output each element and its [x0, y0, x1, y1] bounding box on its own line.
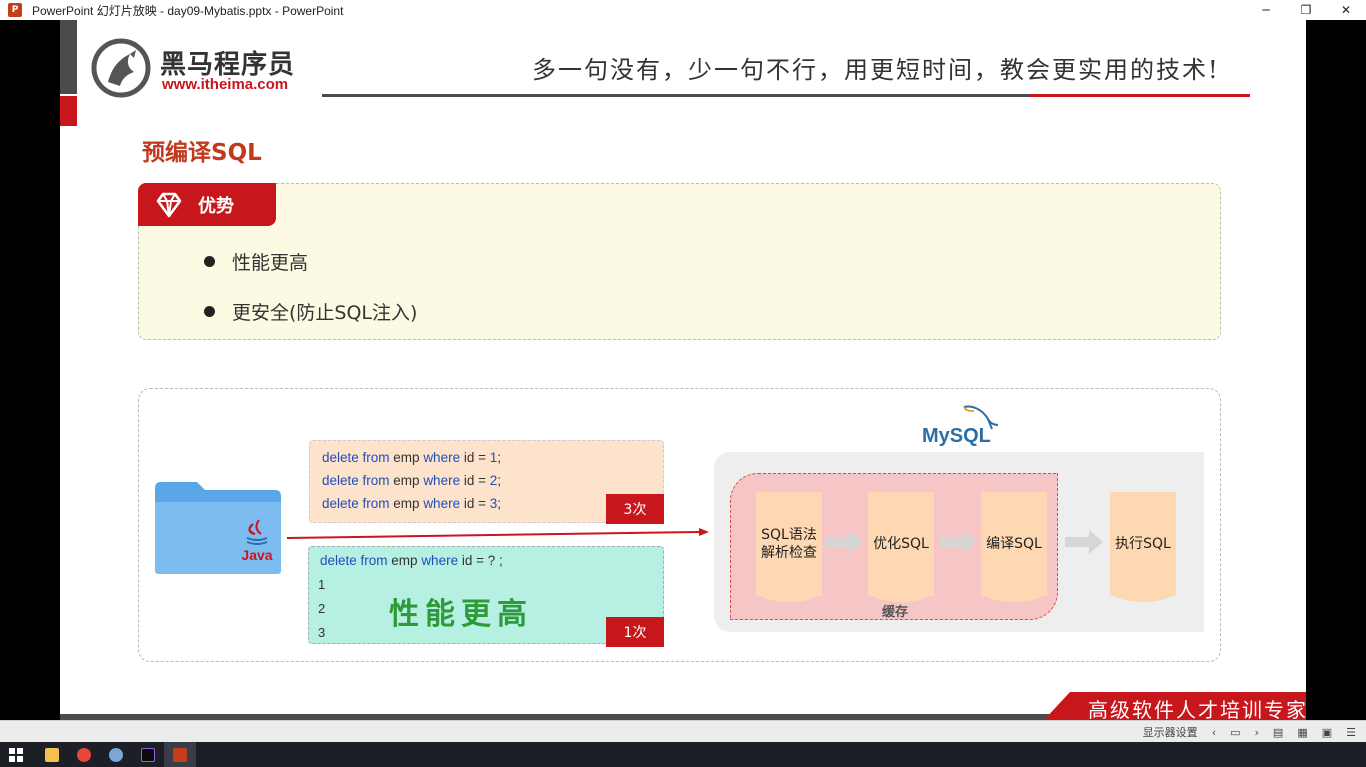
pipeline-step-label: 优化SQL [873, 536, 929, 552]
windows-logo-icon [9, 747, 23, 762]
flow-arrow-line [287, 528, 709, 539]
window-controls: ─ ❐ ✕ [1246, 0, 1366, 20]
brand-logo: 黑马程序员 www.itheima.com [90, 38, 330, 98]
prepared-count-badge: 1次 [606, 617, 664, 647]
display-settings-button[interactable]: 显示器设置 [1143, 724, 1198, 740]
next-slide-icon[interactable]: › [1255, 726, 1259, 739]
maximize-button[interactable]: ❐ [1286, 0, 1326, 20]
taskbar-intellij[interactable] [132, 742, 164, 767]
reading-view-icon[interactable]: ▤ [1273, 726, 1283, 739]
left-accent-red [60, 96, 77, 126]
folder-icon [45, 747, 59, 762]
window-title: PowerPoint 幻灯片放映 - day09-Mybatis.pptx - … [32, 3, 344, 18]
pipeline-step-execute: 执行SQL [1110, 492, 1176, 602]
parameter-index: 3 [318, 625, 326, 640]
pipeline-step-label: 执行SQL [1115, 536, 1171, 552]
mysql-logo: MySQL [920, 403, 1000, 449]
slogan: 多一句没有，少一句不行，用更短时间，教会更实用的技术! [532, 56, 1220, 84]
folder-icon: Java [155, 482, 281, 574]
slide[interactable]: 黑马程序员 www.itheima.com 多一句没有，少一句不行，用更短时间，… [60, 20, 1306, 720]
pipeline-step-label-line: SQL语法 [761, 527, 817, 543]
slide-sorter-icon[interactable]: ▦ [1297, 726, 1307, 739]
pipeline-step-parse: SQL语法解析检查 [756, 492, 822, 602]
right-arrow-icon [1065, 530, 1103, 554]
taskbar-powerpoint[interactable] [164, 742, 196, 767]
chrome-icon [77, 747, 91, 762]
window-titlebar: P PowerPoint 幻灯片放映 - day09-Mybatis.pptx … [0, 0, 1366, 20]
statement-line: delete from emp where id = 3; [322, 496, 502, 511]
right-arrow-icon [825, 530, 863, 554]
java-label: Java [241, 547, 272, 563]
advantages-tab-label: 优势 [198, 195, 234, 217]
left-accent-gray [60, 20, 77, 94]
app-icon [109, 747, 123, 762]
start-button[interactable] [0, 742, 32, 767]
advantage-item: 更安全(防止SQL注入) [204, 298, 417, 325]
taskbar-chrome[interactable] [68, 742, 100, 767]
slogan-underline-accent [1030, 94, 1250, 97]
gem-icon [156, 192, 182, 217]
advantage-item-text: 性能更高 [232, 252, 309, 274]
mysql-label: MySQL [922, 425, 991, 447]
slideshow-statusbar: 显示器设置 ‹ ▭ › ▤ ▦ ▣ ☰ [0, 720, 1366, 742]
parameter-index: 1 [318, 577, 326, 592]
section-title: 预编译SQL [142, 140, 262, 166]
normal-view-icon[interactable]: ▭ [1230, 726, 1240, 739]
taskbar-file-explorer[interactable] [36, 742, 68, 767]
slideshow-icon[interactable]: ▣ [1322, 726, 1332, 739]
advantage-item-text: 更安全(防止SQL注入) [232, 302, 418, 324]
cache-label: 缓存 [881, 605, 908, 620]
prepared-statement-box: delete from emp where id = ? ; 1 2 3 性能更… [308, 546, 664, 647]
windows-taskbar [0, 742, 1366, 767]
horse-logo-icon [91, 38, 151, 98]
prev-slide-icon[interactable]: ‹ [1212, 726, 1216, 739]
brand-url: www.itheima.com [162, 76, 289, 93]
close-button[interactable]: ✕ [1326, 0, 1366, 20]
pipeline-step-compile: 编译SQL [981, 492, 1047, 602]
performance-highlight: 性能更高 [389, 597, 533, 632]
statement-line: delete from emp where id = 1; [322, 450, 502, 465]
right-arrow-icon [939, 530, 977, 554]
advantage-item: 性能更高 [204, 248, 308, 275]
pipeline-step-label: SQL语法解析检查 [761, 526, 817, 562]
bullet-dot [204, 256, 215, 267]
statusbar-controls: 显示器设置 ‹ ▭ › ▤ ▦ ▣ ☰ [1129, 724, 1356, 740]
statement-line: delete from emp where id = 2; [322, 473, 502, 488]
menu-icon[interactable]: ☰ [1346, 726, 1356, 739]
advantages-box: 优势 性能更高 更安全(防止SQL注入) [138, 183, 1221, 340]
slogan-underline [322, 94, 1032, 97]
intellij-icon [141, 747, 155, 762]
parameter-index: 2 [318, 601, 326, 616]
taskbar-app[interactable] [100, 742, 132, 767]
statements-count-badge: 3次 [606, 494, 664, 524]
powerpoint-app-icon: P [8, 3, 22, 17]
bullet-dot [204, 306, 215, 317]
prepared-statement-line: delete from emp where id = ? ; [320, 553, 503, 568]
pipeline-step-optimize: 优化SQL [868, 492, 934, 602]
footer-banner: 高级软件人才培训专家 [1044, 692, 1306, 720]
pipeline-step-label: 编译SQL [986, 536, 1042, 552]
advantages-tab: 优势 [138, 183, 276, 226]
powerpoint-icon [173, 747, 187, 762]
minimize-button[interactable]: ─ [1246, 0, 1286, 20]
banner-text: 高级软件人才培训专家 [1088, 698, 1306, 720]
pipeline-step-label-line: 解析检查 [761, 545, 817, 561]
statements-box: delete from emp where id = 1; delete fro… [309, 440, 664, 524]
